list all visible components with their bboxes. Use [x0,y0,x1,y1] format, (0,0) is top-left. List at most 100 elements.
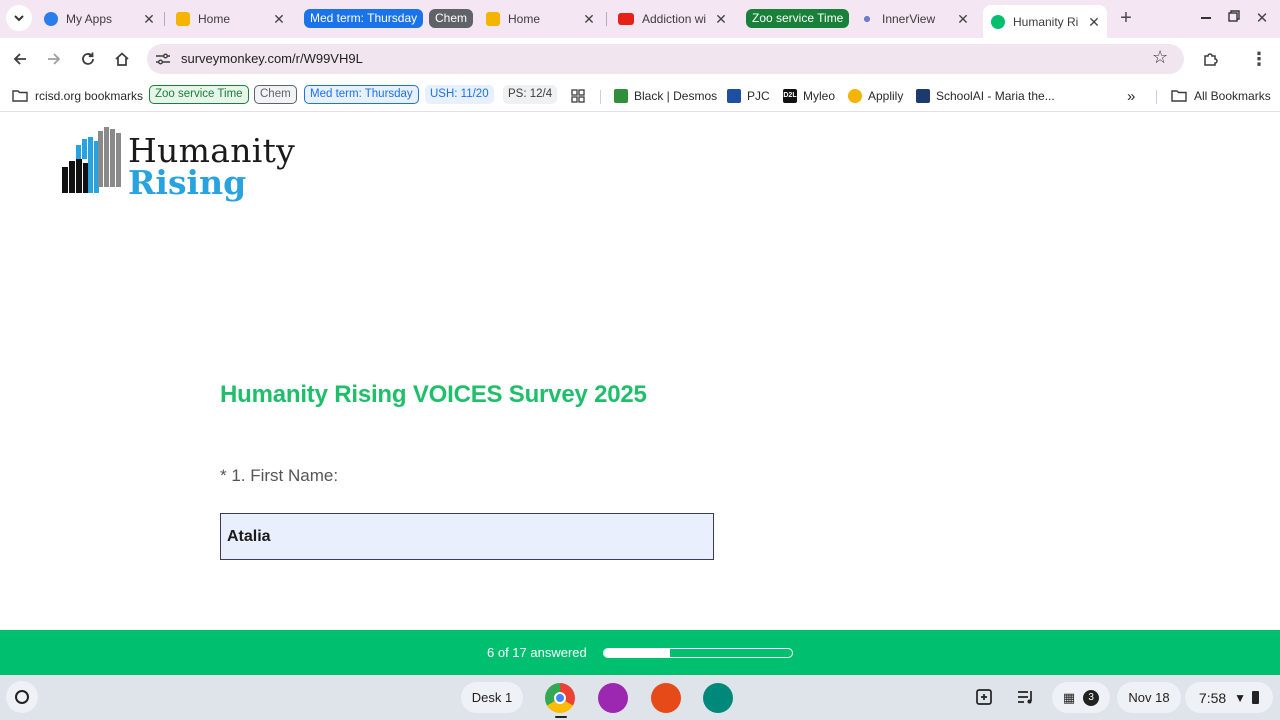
schoolai-icon [916,89,930,103]
progress-bar [603,648,793,658]
folder-icon [1171,90,1187,102]
bookmark-rcisd[interactable]: rcisd.org bookmarks [12,87,143,105]
reload-button[interactable] [74,45,102,73]
humanity-rising-logo[interactable]: Humanity Rising [62,127,302,203]
active-app-indicator [555,716,567,718]
launcher-icon [15,690,29,704]
desmos-icon [614,89,628,103]
arrow-right-icon [48,53,61,65]
pjc-icon [727,89,741,103]
innerview-icon [860,12,874,26]
classroom-app-icon[interactable] [598,683,628,713]
screen-capture-icon[interactable] [974,687,996,709]
tab-strip: My Apps ✕ Home ✕ Med term: Thursday Chem… [0,0,1280,38]
star-icon[interactable]: ☆ [1152,47,1168,68]
first-name-input[interactable] [220,513,714,560]
tab-search-button[interactable] [6,5,32,31]
double-chevron-right-icon: » [1127,87,1136,105]
close-icon[interactable]: ✕ [580,10,598,28]
new-tab-button[interactable]: + [1112,4,1140,32]
survey-title: Humanity Rising VOICES Survey 2025 [220,381,647,408]
bookmark-myleo[interactable]: D2L Myleo [783,87,835,105]
close-window-button[interactable]: ✕ [1248,4,1276,32]
tab-home-2[interactable]: Home ✕ [486,6,602,32]
question-label: * 1. First Name: [220,466,339,485]
chrome-app-icon[interactable] [545,683,575,713]
progress-footer: 6 of 17 answered [0,630,1280,675]
raised-hands-icon [62,127,121,193]
bookmark-chip-zoo[interactable]: Zoo service Time [149,85,249,104]
close-icon[interactable]: ✕ [1085,13,1103,31]
battery-icon [1252,691,1260,704]
page-content: Humanity Rising Humanity Rising VOICES S… [0,113,1280,630]
restore-icon [1228,10,1240,22]
logo-line2: Rising [128,163,247,202]
apps-icon: ▦ [1062,689,1076,705]
address-bar[interactable]: surveymonkey.com/r/W99VH9L ☆ [147,44,1184,74]
site-settings-icon[interactable] [155,52,171,66]
plus-icon: + [1120,6,1132,29]
chevron-down-icon [14,15,24,22]
close-icon[interactable]: ✕ [140,10,158,28]
close-icon[interactable]: ✕ [954,10,972,28]
apps-grid-icon [571,89,585,103]
media-controls-icon[interactable] [1016,687,1038,709]
bookmark-applily[interactable]: Applily [848,87,903,105]
bookmark-chip-chem[interactable]: Chem [254,85,297,104]
bookmark-desmos[interactable]: Black | Desmos [614,87,717,105]
surveymonkey-icon [991,14,1005,29]
apps-grid-button[interactable] [571,87,585,105]
url-text[interactable]: surveymonkey.com/r/W99VH9L [181,51,363,66]
notification-tray[interactable]: ▦ 3 [1052,682,1110,713]
wifi-icon: ▼ [1234,690,1247,705]
tab-home-1[interactable]: Home ✕ [176,6,292,32]
canvas-app-icon[interactable] [651,683,681,713]
more-vert-icon: ⋮ [1250,49,1268,69]
folder-managed-icon [12,90,28,102]
tab-addiction[interactable]: Addiction wi ✕ [618,6,734,32]
applily-icon [848,89,862,103]
bookmark-chip-med-term[interactable]: Med term: Thursday [304,85,419,104]
tab-group-med-term[interactable]: Med term: Thursday [304,9,424,28]
bookmark-pjc[interactable]: PJC [727,87,770,105]
menu-button[interactable]: ⋮ [1245,45,1273,73]
status-tray[interactable]: 7:58 ▼ [1185,682,1273,713]
desk-button[interactable]: Desk 1 [461,682,523,713]
extensions-button[interactable] [1196,45,1224,73]
tab-innerview[interactable]: InnerView ✕ [860,6,976,32]
toolbar: surveymonkey.com/r/W99VH9L ☆ ⋮ [0,38,1280,80]
tab-my-apps[interactable]: My Apps ✕ [44,6,162,32]
tab-humanity-rising[interactable]: Humanity Ri ✕ [983,5,1107,38]
close-icon[interactable]: ✕ [270,10,288,28]
news-app-icon[interactable] [703,683,733,713]
more-bookmarks-button[interactable]: » [1127,87,1135,105]
home-icon [115,52,129,66]
all-bookmarks-button[interactable]: All Bookmarks [1171,87,1271,105]
forward-button[interactable] [40,45,68,73]
minimize-icon [1201,17,1211,19]
puzzle-icon [1204,53,1218,66]
tab-group-chem[interactable]: Chem [429,9,474,28]
bookmarks-bar: rcisd.org bookmarks Zoo service Time Che… [0,80,1280,112]
notification-count: 3 [1083,689,1100,706]
d2l-icon: D2L [783,89,797,103]
date-tray[interactable]: Nov 18 [1117,682,1181,713]
tab-group-zoo[interactable]: Zoo service Time [746,9,850,28]
close-icon: ✕ [1255,10,1269,27]
classroom-icon [486,12,500,26]
bookmark-chip-ps[interactable]: PS: 12/4 [503,85,558,104]
arrow-left-icon [13,53,26,65]
back-button[interactable] [6,45,34,73]
cloud-icon [44,12,58,26]
bookmark-schoolai[interactable]: SchoolAI - Maria the... [916,87,1055,105]
close-icon[interactable]: ✕ [712,10,730,28]
launcher-button[interactable] [6,681,38,713]
home-button[interactable] [108,45,136,73]
minimize-button[interactable] [1192,4,1220,32]
reload-icon [82,52,94,65]
progress-text: 6 of 17 answered [487,645,587,660]
restore-button[interactable] [1220,2,1248,30]
progress-bar-fill [604,649,671,657]
bookmark-chip-ush[interactable]: USH: 11/20 [425,85,494,104]
youtube-icon [618,13,634,25]
